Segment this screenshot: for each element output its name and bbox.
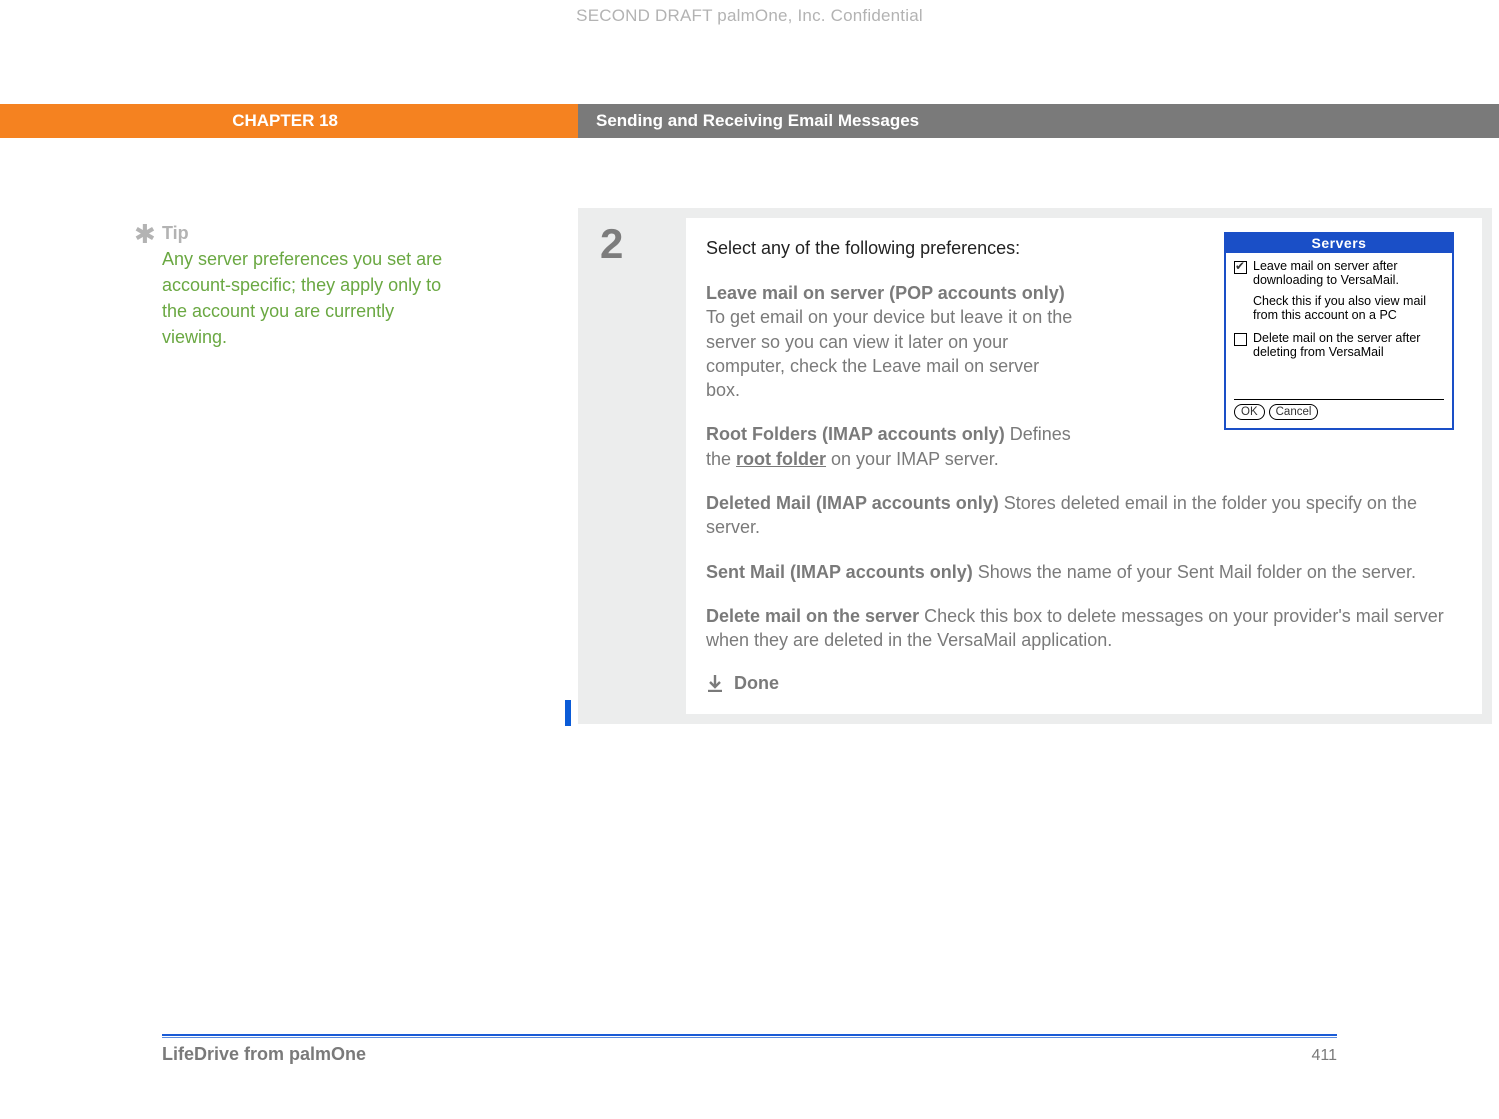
checkbox-leave-mail[interactable] xyxy=(1234,261,1247,274)
tip-label: Tip xyxy=(162,223,462,244)
dialog-option-2: Delete mail on the server after deleting… xyxy=(1234,331,1444,360)
chapter-title: Sending and Receiving Email Messages xyxy=(578,104,1499,138)
para-leave-mail-bold: Leave mail on server (POP accounts only) xyxy=(706,283,1065,303)
footer-product: LifeDrive from palmOne xyxy=(162,1044,366,1065)
para-root-folders-bold: Root Folders (IMAP accounts only) xyxy=(706,424,1005,444)
para-delete-server-bold: Delete mail on the server xyxy=(706,606,919,626)
para-root-folders: Root Folders (IMAP accounts only) Define… xyxy=(706,422,1076,471)
step-number-column: 2 xyxy=(588,218,686,714)
footer-rule xyxy=(162,1034,1337,1038)
para-deleted-mail: Deleted Mail (IMAP accounts only) Stores… xyxy=(706,491,1454,540)
page-number: 411 xyxy=(1311,1047,1337,1065)
para-sent-mail: Sent Mail (IMAP accounts only) Shows the… xyxy=(706,560,1454,584)
para-leave-mail-text: To get email on your device but leave it… xyxy=(706,307,1072,400)
page-footer: LifeDrive from palmOne 411 xyxy=(162,1034,1337,1065)
done-label: Done xyxy=(734,673,779,694)
step-box: 2 Servers Leave mail on server after dow… xyxy=(578,208,1492,724)
root-folder-link[interactable]: root folder xyxy=(736,449,826,469)
servers-dialog: Servers Leave mail on server after downl… xyxy=(1224,232,1454,430)
dialog-option-1: Leave mail on server after downloading t… xyxy=(1234,259,1444,288)
chapter-label: CHAPTER 18 xyxy=(0,104,578,138)
ok-button[interactable]: OK xyxy=(1234,404,1265,420)
dialog-option-1-text: Leave mail on server after downloading t… xyxy=(1253,259,1444,288)
done-row: Done xyxy=(706,673,1454,694)
chapter-bar: CHAPTER 18 Sending and Receiving Email M… xyxy=(0,104,1499,138)
tip-text: Any server preferences you set are accou… xyxy=(162,246,462,350)
para-leave-mail: Leave mail on server (POP accounts only)… xyxy=(706,281,1076,402)
dialog-title: Servers xyxy=(1226,234,1452,253)
checkbox-delete-mail[interactable] xyxy=(1234,333,1247,346)
dialog-option-1-sub: Check this if you also view mail from th… xyxy=(1253,294,1444,323)
para-deleted-mail-bold: Deleted Mail (IMAP accounts only) xyxy=(706,493,999,513)
step-number: 2 xyxy=(600,220,686,268)
para-sent-mail-bold: Sent Mail (IMAP accounts only) xyxy=(706,562,973,582)
revision-mark-icon xyxy=(565,700,571,726)
confidential-header: SECOND DRAFT palmOne, Inc. Confidential xyxy=(0,0,1499,26)
down-arrow-icon xyxy=(706,674,724,692)
asterisk-icon: ✱ xyxy=(134,219,156,250)
para-delete-server: Delete mail on the server Check this box… xyxy=(706,604,1454,653)
para-root-folders-post: on your IMAP server. xyxy=(826,449,999,469)
tip-block: ✱ Tip Any server preferences you set are… xyxy=(162,223,462,350)
cancel-button[interactable]: Cancel xyxy=(1269,404,1319,420)
para-sent-mail-text: Shows the name of your Sent Mail folder … xyxy=(973,562,1416,582)
dialog-option-2-text: Delete mail on the server after deleting… xyxy=(1253,331,1444,360)
step-content: Servers Leave mail on server after downl… xyxy=(686,218,1482,714)
